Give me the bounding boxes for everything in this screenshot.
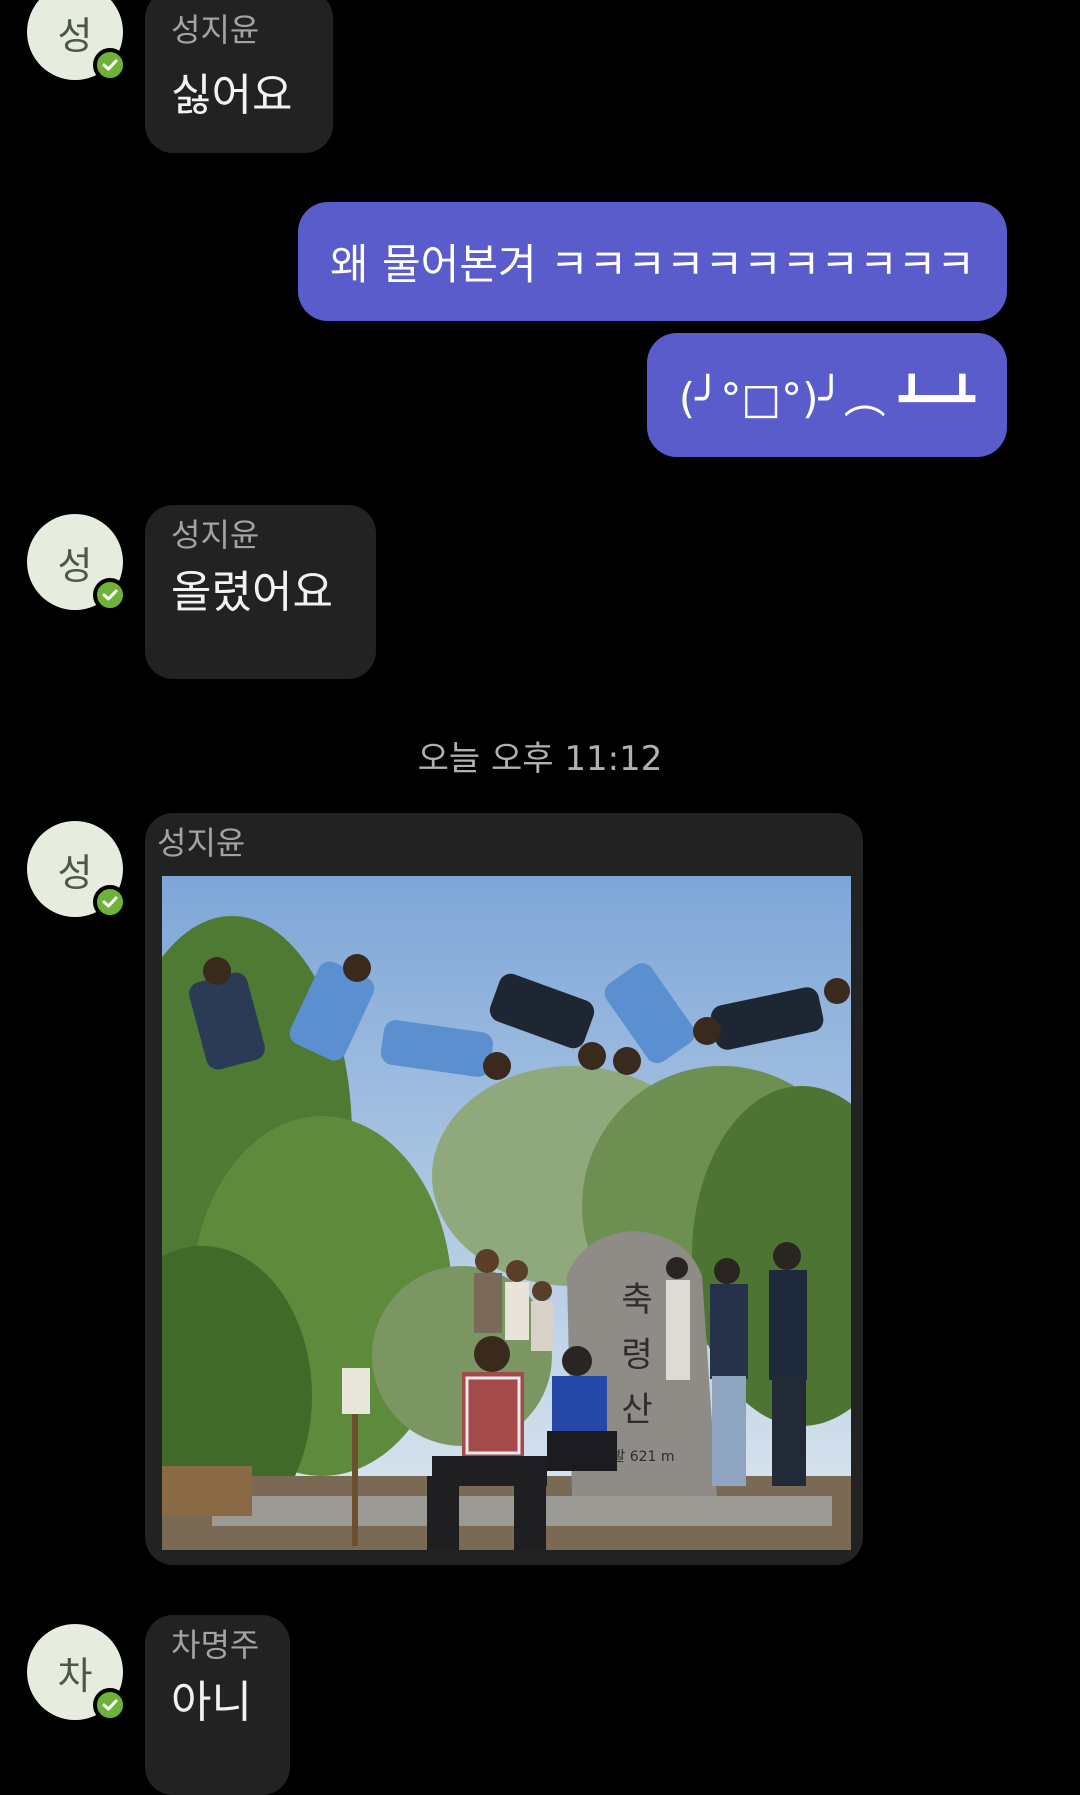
outgoing-message-bubble[interactable]: (╯°□°)╯︵ ┻━┻ (646, 333, 1007, 457)
check-circle-icon (93, 885, 127, 919)
sender-name: 성지윤 (171, 11, 260, 49)
shared-photo[interactable]: 축 령 산 해발 621 m (162, 876, 851, 1550)
photo-image: 축 령 산 해발 621 m (162, 876, 851, 1550)
avatar-initial: 성 (57, 543, 93, 588)
avatar-initial: 차 (57, 1653, 93, 1698)
monument-char: 령 (621, 1335, 652, 1375)
message-text: 싫어요 (171, 70, 293, 121)
message-bubble[interactable]: 성지윤 올렸어요 (145, 505, 376, 679)
avatar[interactable]: 차 (27, 1624, 127, 1722)
avatar[interactable]: 성 (27, 514, 127, 612)
message-text: 왜 물어본겨 ㅋㅋㅋㅋㅋㅋㅋㅋㅋㅋㅋ (330, 240, 975, 289)
sender-name: 성지윤 (157, 824, 246, 862)
message-text: 아니 (171, 1677, 252, 1728)
avatar[interactable]: 성 (27, 821, 127, 919)
check-circle-icon (93, 1688, 127, 1722)
outgoing-message-bubble[interactable]: 왜 물어본겨 ㅋㅋㅋㅋㅋㅋㅋㅋㅋㅋㅋ (298, 202, 1007, 321)
message-bubble[interactable]: 성지윤 싫어요 (145, 0, 333, 153)
sender-name: 차명주 (171, 1626, 260, 1664)
timestamp-divider: 오늘 오후 11:12 (417, 739, 663, 779)
avatar-initial: 성 (57, 850, 93, 895)
message-text: (╯°□°)╯︵ ┻━┻ (678, 373, 975, 423)
sender-name: 성지윤 (171, 516, 260, 554)
avatar-initial: 성 (57, 13, 93, 58)
avatar[interactable]: 성 (27, 0, 127, 82)
check-circle-icon (93, 578, 127, 612)
monument-char: 축 (621, 1280, 652, 1320)
monument-char: 산 (621, 1390, 652, 1430)
photo-message-bubble[interactable]: 성지윤 축 령 산 해발 621 m (145, 813, 863, 1565)
message-text: 올렸어요 (171, 567, 333, 618)
message-bubble[interactable]: 차명주 아니 (145, 1615, 290, 1795)
check-circle-icon (93, 48, 127, 82)
